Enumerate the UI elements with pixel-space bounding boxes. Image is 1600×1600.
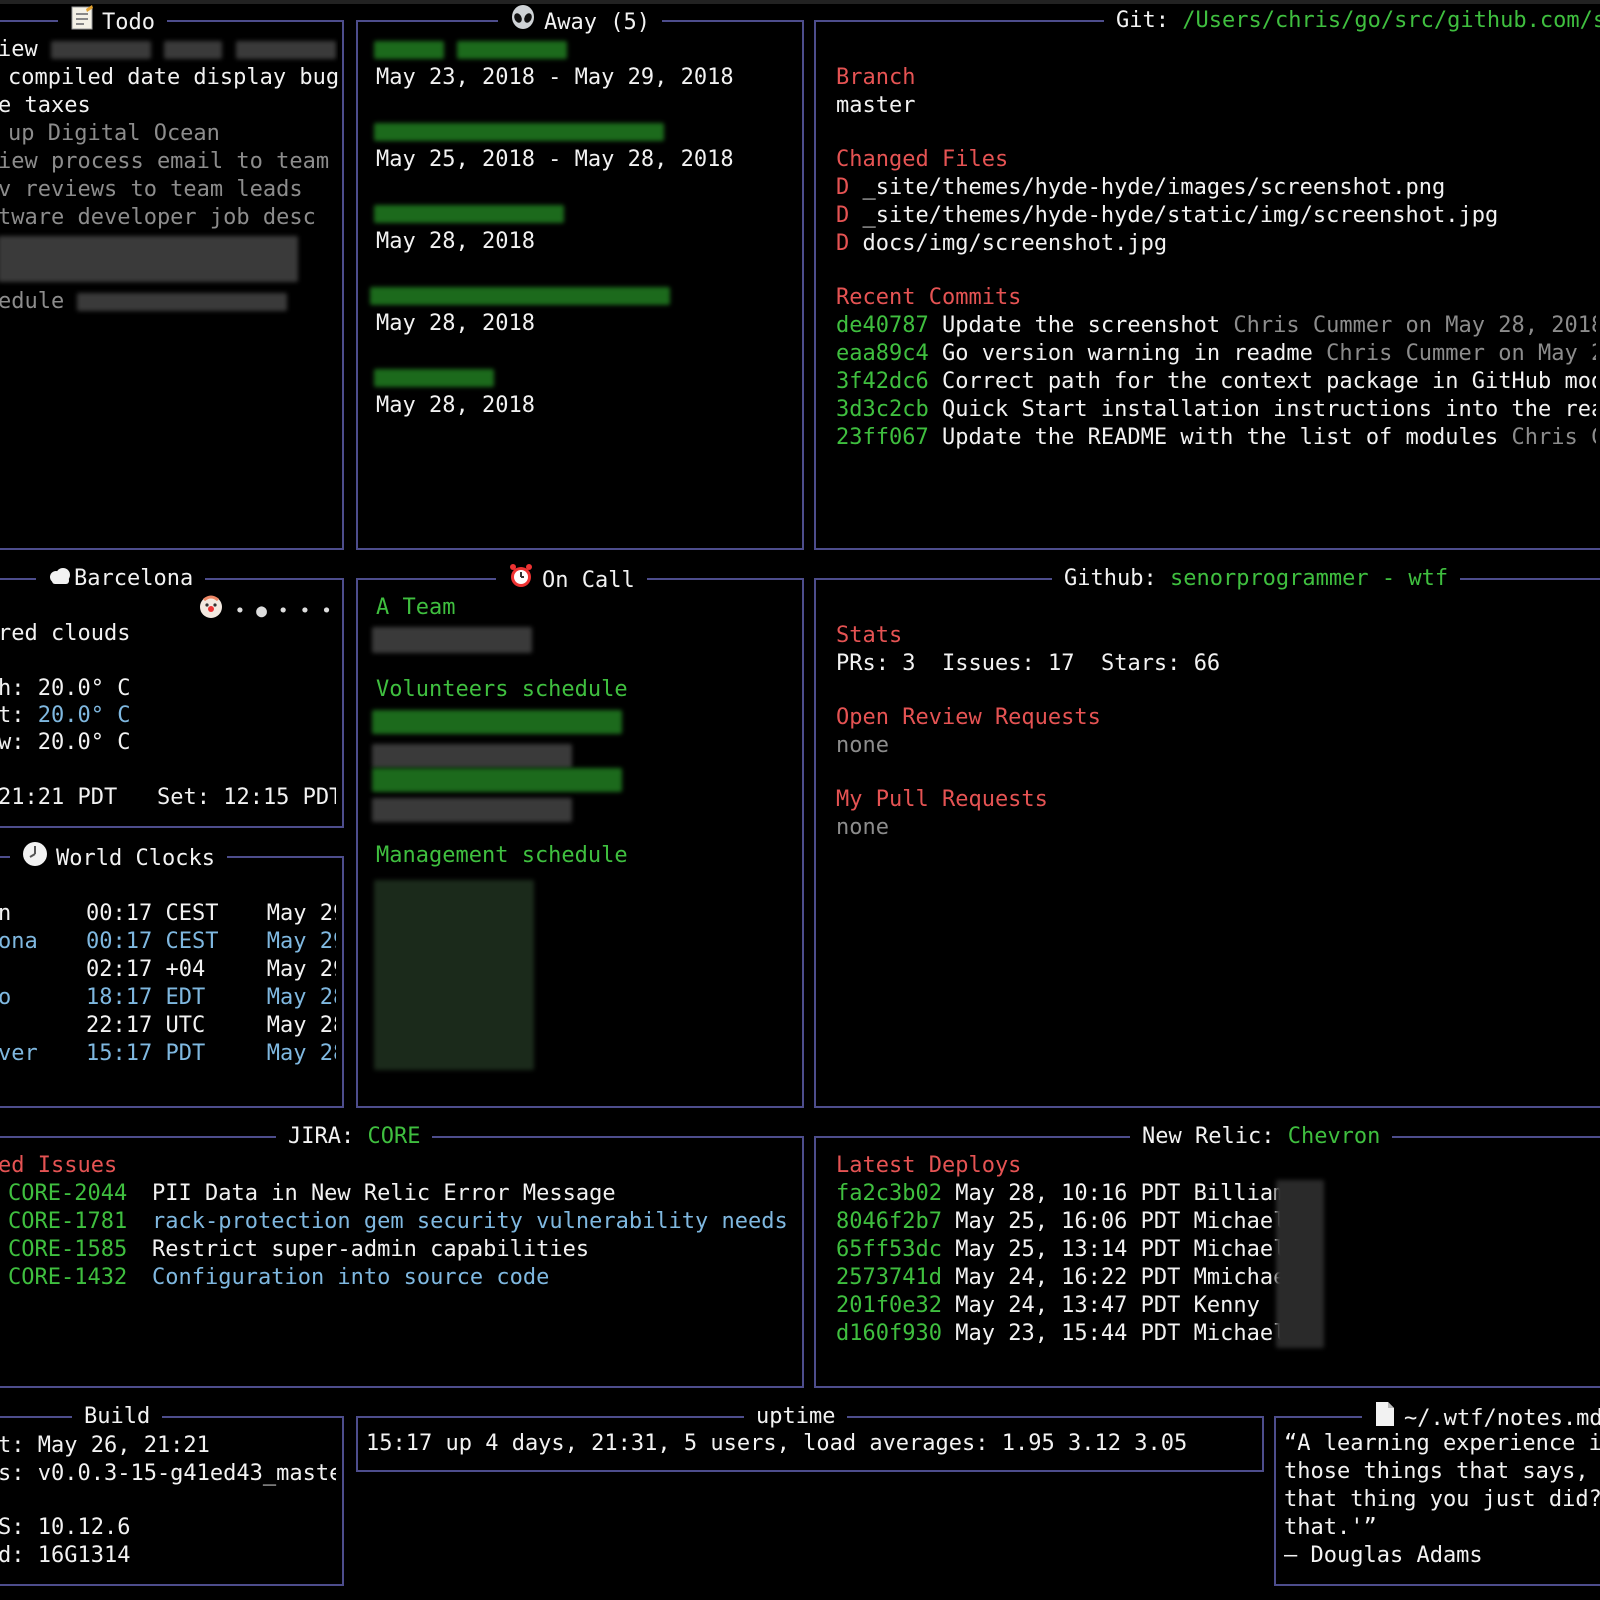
deploy-redacted xyxy=(1276,1180,1324,1348)
deploy-row[interactable]: 65ff53dc May 25, 13:14 PDT Michael xyxy=(836,1236,1286,1264)
deploy-row[interactable]: 2573741d May 24, 16:22 PDT Mmichael xyxy=(836,1264,1300,1292)
note-line: those things that says, ' xyxy=(1284,1459,1600,1484)
away-dates: May 28, 2018 xyxy=(376,311,535,336)
oncall-panel: On Call A Team Volunteers schedule Manag… xyxy=(356,563,804,1108)
branch-heading: Branch xyxy=(836,65,916,90)
away-panel: Away (5) May 23, 2018 - May 29, 2018 May… xyxy=(356,5,804,550)
build-panel: Build t: May 26, 21:21 s: v0.0.3-15-g41e… xyxy=(0,1401,344,1586)
jira-issue[interactable]: CORE-1585 Restrict super-admin capabiliti… xyxy=(8,1236,589,1264)
weather-low: w: 20.0° C xyxy=(0,730,131,755)
alarm-clock-icon xyxy=(508,563,534,599)
todo-item[interactable]: tware developer job desc xyxy=(0,204,316,232)
commit-row[interactable]: 23ff067 Update the README with the list … xyxy=(836,424,1596,452)
github-stats: PRs: 3 Issues: 17 Stars: 66 xyxy=(836,651,1221,676)
todo-item[interactable]: iew xyxy=(0,36,336,64)
stats-heading: Stats xyxy=(836,623,903,648)
changed-file[interactable]: D docs/img/screenshot.jpg xyxy=(836,230,1167,258)
todo-item[interactable]: e taxes xyxy=(0,92,91,120)
todo-item[interactable]: compiled date display bug xyxy=(8,64,338,92)
jira-issue[interactable]: CORE-1432 Configuration into source code xyxy=(8,1264,549,1292)
note-line: that.'” xyxy=(1284,1515,1377,1540)
my-prs-value: none xyxy=(836,815,889,840)
review-requests-value: none xyxy=(836,733,889,758)
weather-sun: 21:21 PDT Set: 12:15 PDT xyxy=(0,785,336,810)
github-panel: Github: senorprogrammer - wtf Stats PRs:… xyxy=(814,563,1600,1108)
jira-issue[interactable]: CORE-2044 PII Data in New Relic Error Mes… xyxy=(8,1180,616,1208)
commit-row[interactable]: de40787 Update the screenshot Chris Cumm… xyxy=(836,312,1596,340)
management-heading: Management schedule xyxy=(376,843,628,868)
window-top-edge xyxy=(0,0,1600,4)
weather-high: h: 20.0° C xyxy=(0,676,131,701)
clock-row: 22:17 UTC May 28 xyxy=(86,1013,336,1038)
note-line: that thing you just did? xyxy=(1284,1487,1600,1512)
todo-item[interactable]: up Digital Ocean xyxy=(8,120,220,148)
newrelic-panel: New Relic: Chevron Latest Deploys fa2c3b… xyxy=(814,1121,1600,1388)
deploy-row[interactable]: d160f930 May 23, 15:44 PDT Michael xyxy=(836,1320,1286,1348)
build-line: d: 16G1314 xyxy=(0,1543,131,1568)
notes-panel: ~/.wtf/notes.md “A learning experience i… xyxy=(1274,1401,1600,1586)
clock-row: ver15:17 PDT May 28 xyxy=(0,1041,336,1066)
weather-description: red clouds xyxy=(0,621,131,646)
changed-file[interactable]: D _site/themes/hyde-hyde/images/screensh… xyxy=(836,174,1445,202)
clock-row: ona00:17 CEST May 29 xyxy=(0,929,336,954)
commit-row[interactable]: eaa89c4 Go version warning in readme Chr… xyxy=(836,340,1596,368)
clock-row: n00:17 CEST May 29 xyxy=(0,901,336,926)
newrelic-title: New Relic: Chevron xyxy=(1130,1121,1393,1153)
review-requests-heading: Open Review Requests xyxy=(836,705,1101,730)
deploys-heading: Latest Deploys xyxy=(836,1153,1022,1178)
recent-commits-heading: Recent Commits xyxy=(836,285,1022,310)
world-clocks-panel: World Clocks n00:17 CEST May 29 ona00:17… xyxy=(0,841,344,1108)
github-title: Github: senorprogrammer - wtf xyxy=(1052,563,1461,595)
volunteers-redacted xyxy=(372,766,622,794)
management-redacted xyxy=(374,880,534,1080)
clock-row: 02:17 +04 May 29 xyxy=(86,957,336,982)
clock-row: o18:17 EDT May 28 xyxy=(0,985,336,1010)
away-redacted xyxy=(374,200,564,228)
todo-item[interactable]: iew process email to team xyxy=(0,148,329,176)
weather-panel: Barcelona • ● • • • red clouds h: 20.0° … xyxy=(0,563,344,828)
oncall-team-heading: A Team xyxy=(376,595,456,620)
changed-file[interactable]: D _site/themes/hyde-hyde/static/img/scre… xyxy=(836,202,1498,230)
todo-item[interactable]: v reviews to team leads xyxy=(0,176,303,204)
away-redacted xyxy=(374,36,568,64)
volunteers-redacted xyxy=(372,796,572,824)
uptime-title: uptime xyxy=(744,1401,848,1433)
todo-panel: Todo iew compiled date display bug e tax… xyxy=(0,5,344,550)
away-dates: May 25, 2018 - May 28, 2018 xyxy=(376,147,734,172)
jira-issues-heading: ed Issues xyxy=(0,1153,118,1178)
volunteers-heading: Volunteers schedule xyxy=(376,677,628,702)
jira-issue[interactable]: CORE-1781 rack-protection gem security vu… xyxy=(8,1208,788,1236)
away-redacted xyxy=(374,364,494,392)
uptime-panel: uptime 15:17 up 4 days, 21:31, 5 users, … xyxy=(356,1401,1264,1472)
build-line: S: 10.12.6 xyxy=(0,1515,131,1540)
oncall-redacted xyxy=(372,626,532,654)
away-title: Away (5) xyxy=(498,5,662,37)
deploy-row[interactable]: 201f0e32 May 24, 13:47 PDT Kenny xyxy=(836,1292,1260,1320)
my-prs-heading: My Pull Requests xyxy=(836,787,1048,812)
commit-row[interactable]: 3f42dc6 Correct path for the context pac… xyxy=(836,368,1596,396)
build-line: t: May 26, 21:21 xyxy=(0,1433,210,1458)
jira-panel: JIRA: CORE ed Issues CORE-2044 PII Data i… xyxy=(0,1121,804,1388)
away-dates: May 28, 2018 xyxy=(376,393,535,418)
branch-name: master xyxy=(836,93,916,118)
note-line: — Douglas Adams xyxy=(1284,1543,1483,1568)
away-redacted xyxy=(374,118,664,146)
away-dates: May 23, 2018 - May 29, 2018 xyxy=(376,65,734,90)
note-line: “A learning experience is xyxy=(1284,1431,1600,1456)
away-redacted xyxy=(370,282,670,310)
weather-current: t: 20.0° C xyxy=(0,703,131,728)
oncall-title: On Call xyxy=(496,563,647,595)
away-dates: May 28, 2018 xyxy=(376,229,535,254)
deploy-row[interactable]: 8046f2b7 May 25, 16:06 PDT Michael xyxy=(836,1208,1286,1236)
todo-item[interactable]: edule xyxy=(0,288,288,316)
uptime-text: 15:17 up 4 days, 21:31, 5 users, load av… xyxy=(366,1431,1188,1456)
volunteers-redacted xyxy=(372,708,622,736)
todo-redacted xyxy=(0,236,298,282)
build-line: s: v0.0.3-15-g41ed43_maste xyxy=(0,1461,336,1486)
changed-files-heading: Changed Files xyxy=(836,147,1009,172)
commit-row[interactable]: 3d3c2cb Quick Start installation instruc… xyxy=(836,396,1596,424)
git-panel: Git: /Users/chris/go/src/github.com/s Br… xyxy=(814,5,1600,550)
deploy-row[interactable]: fa2c3b02 May 28, 10:16 PDT Billiam xyxy=(836,1180,1286,1208)
